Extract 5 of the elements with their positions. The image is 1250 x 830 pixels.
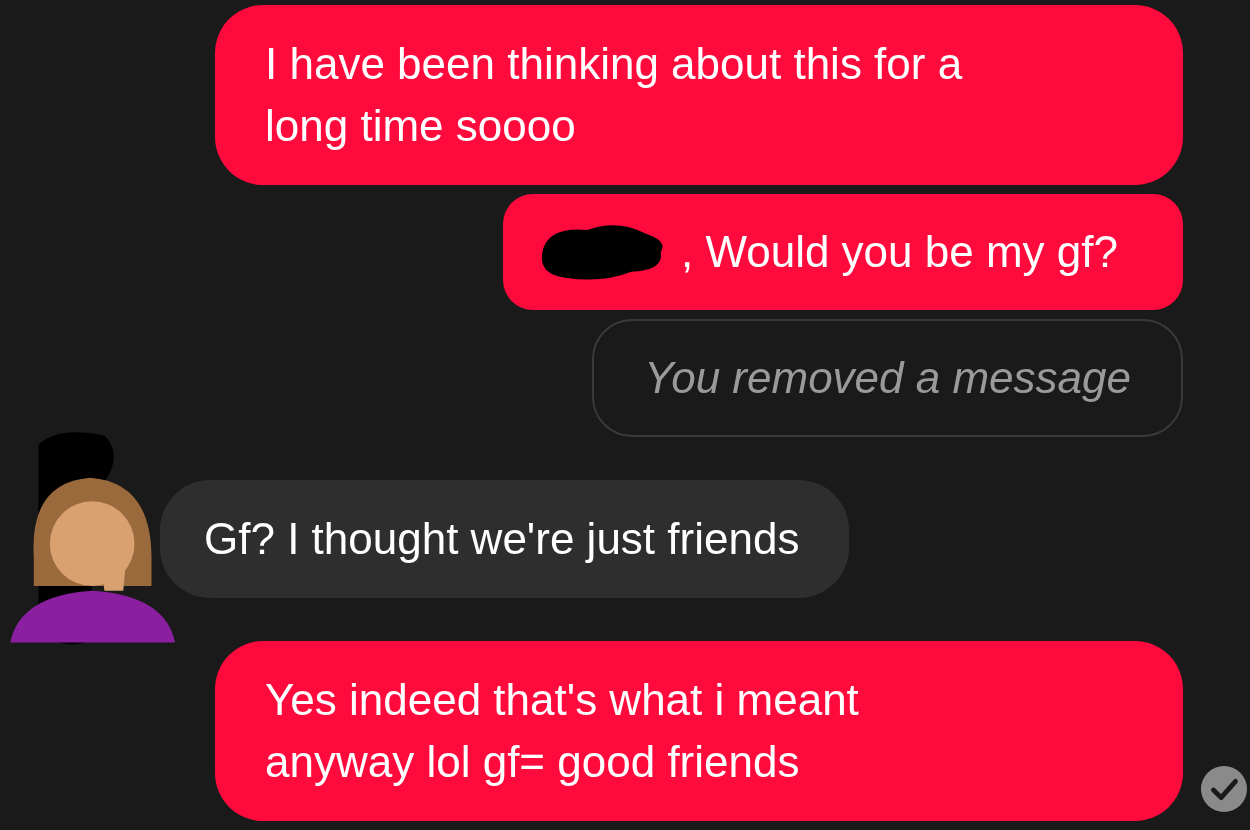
message-text: Yes indeed that's what i meant anyway lol gf= good friends — [265, 675, 859, 786]
message-text: I have been thinking about this for a long time soooo — [265, 39, 963, 150]
message-text: Gf? I thought we're just friends — [204, 514, 800, 563]
message-text: You removed a message — [644, 353, 1131, 402]
message-text: , Would you be my gf? — [681, 226, 1118, 278]
